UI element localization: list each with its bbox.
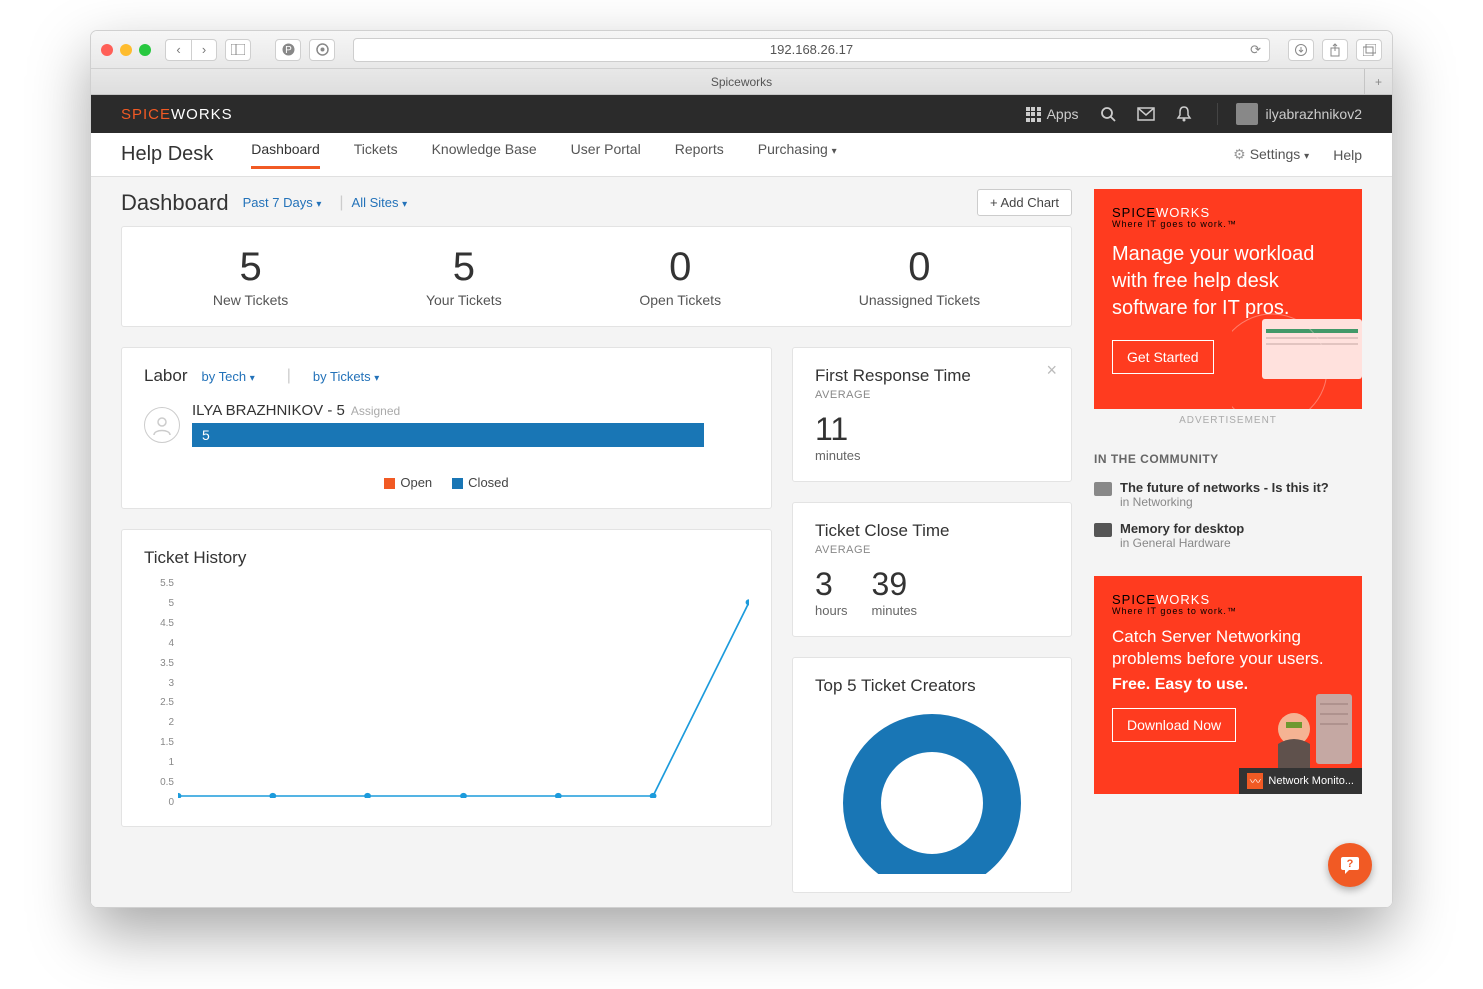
tab-title[interactable]: Spiceworks	[711, 75, 772, 89]
stat-open-tickets: 0Open Tickets	[639, 245, 721, 308]
network-monitor-badge: 〰Network Monito...	[1239, 768, 1362, 794]
svg-text:P: P	[285, 45, 292, 56]
forward-button[interactable]: ›	[191, 39, 217, 61]
tech-avatar-icon	[144, 407, 180, 443]
ad-logo: SPICEWORKSWhere IT goes to work.™	[1112, 592, 1344, 616]
ad-illustration	[1266, 684, 1356, 774]
labor-legend: Open Closed	[144, 475, 749, 490]
stat-your-tickets: 5Your Tickets	[426, 245, 502, 308]
ad-logo: SPICEWORKSWhere IT goes to work.™	[1112, 205, 1344, 229]
downloads-button[interactable]	[1288, 39, 1314, 61]
ad-help-desk: SPICEWORKSWhere IT goes to work.™ Manage…	[1094, 189, 1362, 409]
labor-tickets-filter[interactable]: by Tickets ▾	[313, 369, 379, 384]
tab-knowledge-base[interactable]: Knowledge Base	[432, 141, 537, 169]
stat-unassigned-tickets: 0Unassigned Tickets	[859, 245, 980, 308]
labor-title: Labor	[144, 366, 187, 386]
history-card: Ticket History 5.554.543.532.521.510.50	[121, 529, 772, 827]
search-icon[interactable]	[1099, 105, 1117, 123]
window-controls	[101, 44, 151, 56]
add-chart-button[interactable]: + Add Chart	[977, 189, 1072, 216]
section-title: Help Desk	[121, 143, 213, 166]
sidebar-toggle-button[interactable]	[225, 39, 251, 61]
app-header: SPICEWORKS Apps ilyabrazhnikov2	[91, 95, 1392, 133]
close-icon[interactable]: ×	[1046, 360, 1057, 381]
extension-icon[interactable]	[309, 39, 335, 61]
community-item[interactable]: The future of networks - Is this it?in N…	[1094, 474, 1362, 515]
help-bubble-button[interactable]: ?	[1328, 843, 1372, 887]
user-menu[interactable]: ilyabrazhnikov2	[1217, 103, 1363, 125]
tab-tickets[interactable]: Tickets	[354, 141, 398, 169]
summary-card: 5New Tickets 5Your Tickets 0Open Tickets…	[121, 226, 1072, 327]
download-now-button[interactable]: Download Now	[1112, 708, 1236, 742]
date-filter[interactable]: Past 7 Days ▾	[243, 195, 322, 210]
url-text: 192.168.26.17	[770, 42, 853, 57]
minimize-window-button[interactable]	[120, 44, 132, 56]
nav-bar: Help Desk Dashboard Tickets Knowledge Ba…	[91, 133, 1392, 177]
address-bar[interactable]: 192.168.26.17 ⟳	[353, 38, 1270, 62]
tab-strip: Spiceworks +	[91, 69, 1392, 95]
tab-user-portal[interactable]: User Portal	[571, 141, 641, 169]
community-title: IN THE COMMUNITY	[1094, 452, 1362, 466]
tabs-button[interactable]	[1356, 39, 1382, 61]
tab-purchasing[interactable]: Purchasing ▾	[758, 141, 837, 169]
history-title: Ticket History	[144, 548, 749, 568]
ad-network-monitor: SPICEWORKSWhere IT goes to work.™ Catch …	[1094, 576, 1362, 794]
settings-button[interactable]: ⚙Settings ▾	[1233, 146, 1309, 163]
tech-name: ILYA BRAZHNIKOV - 5Assigned	[192, 402, 749, 419]
mail-icon[interactable]	[1137, 105, 1155, 123]
site-filter[interactable]: All Sites ▾	[352, 195, 408, 210]
tab-reports[interactable]: Reports	[675, 141, 724, 169]
browser-toolbar: ‹ › P 192.168.26.17 ⟳	[91, 31, 1392, 69]
community-item-icon	[1094, 523, 1112, 537]
spiceworks-logo[interactable]: SPICEWORKS	[121, 106, 233, 123]
top-creators-card: Top 5 Ticket Creators	[792, 657, 1072, 893]
apps-button[interactable]: Apps	[1026, 106, 1079, 122]
grid-icon	[1026, 107, 1041, 122]
reload-icon[interactable]: ⟳	[1250, 42, 1261, 58]
labor-bar: 5	[192, 423, 704, 447]
ad-text: Catch Server Networking problems before …	[1112, 626, 1344, 670]
get-started-button[interactable]: Get Started	[1112, 340, 1214, 374]
labor-card: Labor by Tech ▾ | by Tickets ▾ ILYA BRAZ…	[121, 347, 772, 509]
tab-dashboard[interactable]: Dashboard	[251, 141, 320, 169]
ad-illustration	[1232, 299, 1362, 409]
labor-tech-filter[interactable]: by Tech ▾	[201, 369, 254, 384]
donut-chart	[822, 704, 1042, 874]
bell-icon[interactable]	[1175, 105, 1193, 123]
stat-new-tickets: 5New Tickets	[213, 245, 288, 308]
maximize-window-button[interactable]	[139, 44, 151, 56]
help-button[interactable]: Help	[1333, 147, 1362, 163]
page-title: Dashboard	[121, 190, 229, 216]
share-button[interactable]	[1322, 39, 1348, 61]
svg-text:?: ?	[1347, 858, 1354, 870]
ad-label: ADVERTISEMENT	[1094, 415, 1362, 426]
back-button[interactable]: ‹	[165, 39, 191, 61]
close-time-card: Ticket Close Time AVERAGE 3hours 39minut…	[792, 502, 1072, 637]
pinterest-extension-icon[interactable]: P	[275, 39, 301, 61]
first-response-card: × First Response Time AVERAGE 11minutes	[792, 347, 1072, 482]
avatar-icon	[1236, 103, 1258, 125]
community-item-icon	[1094, 482, 1112, 496]
new-tab-button[interactable]: +	[1364, 69, 1392, 94]
close-window-button[interactable]	[101, 44, 113, 56]
history-chart: 5.554.543.532.521.510.50	[144, 578, 749, 808]
community-item[interactable]: Memory for desktopin General Hardware	[1094, 515, 1362, 556]
gear-icon: ⚙	[1233, 146, 1246, 162]
